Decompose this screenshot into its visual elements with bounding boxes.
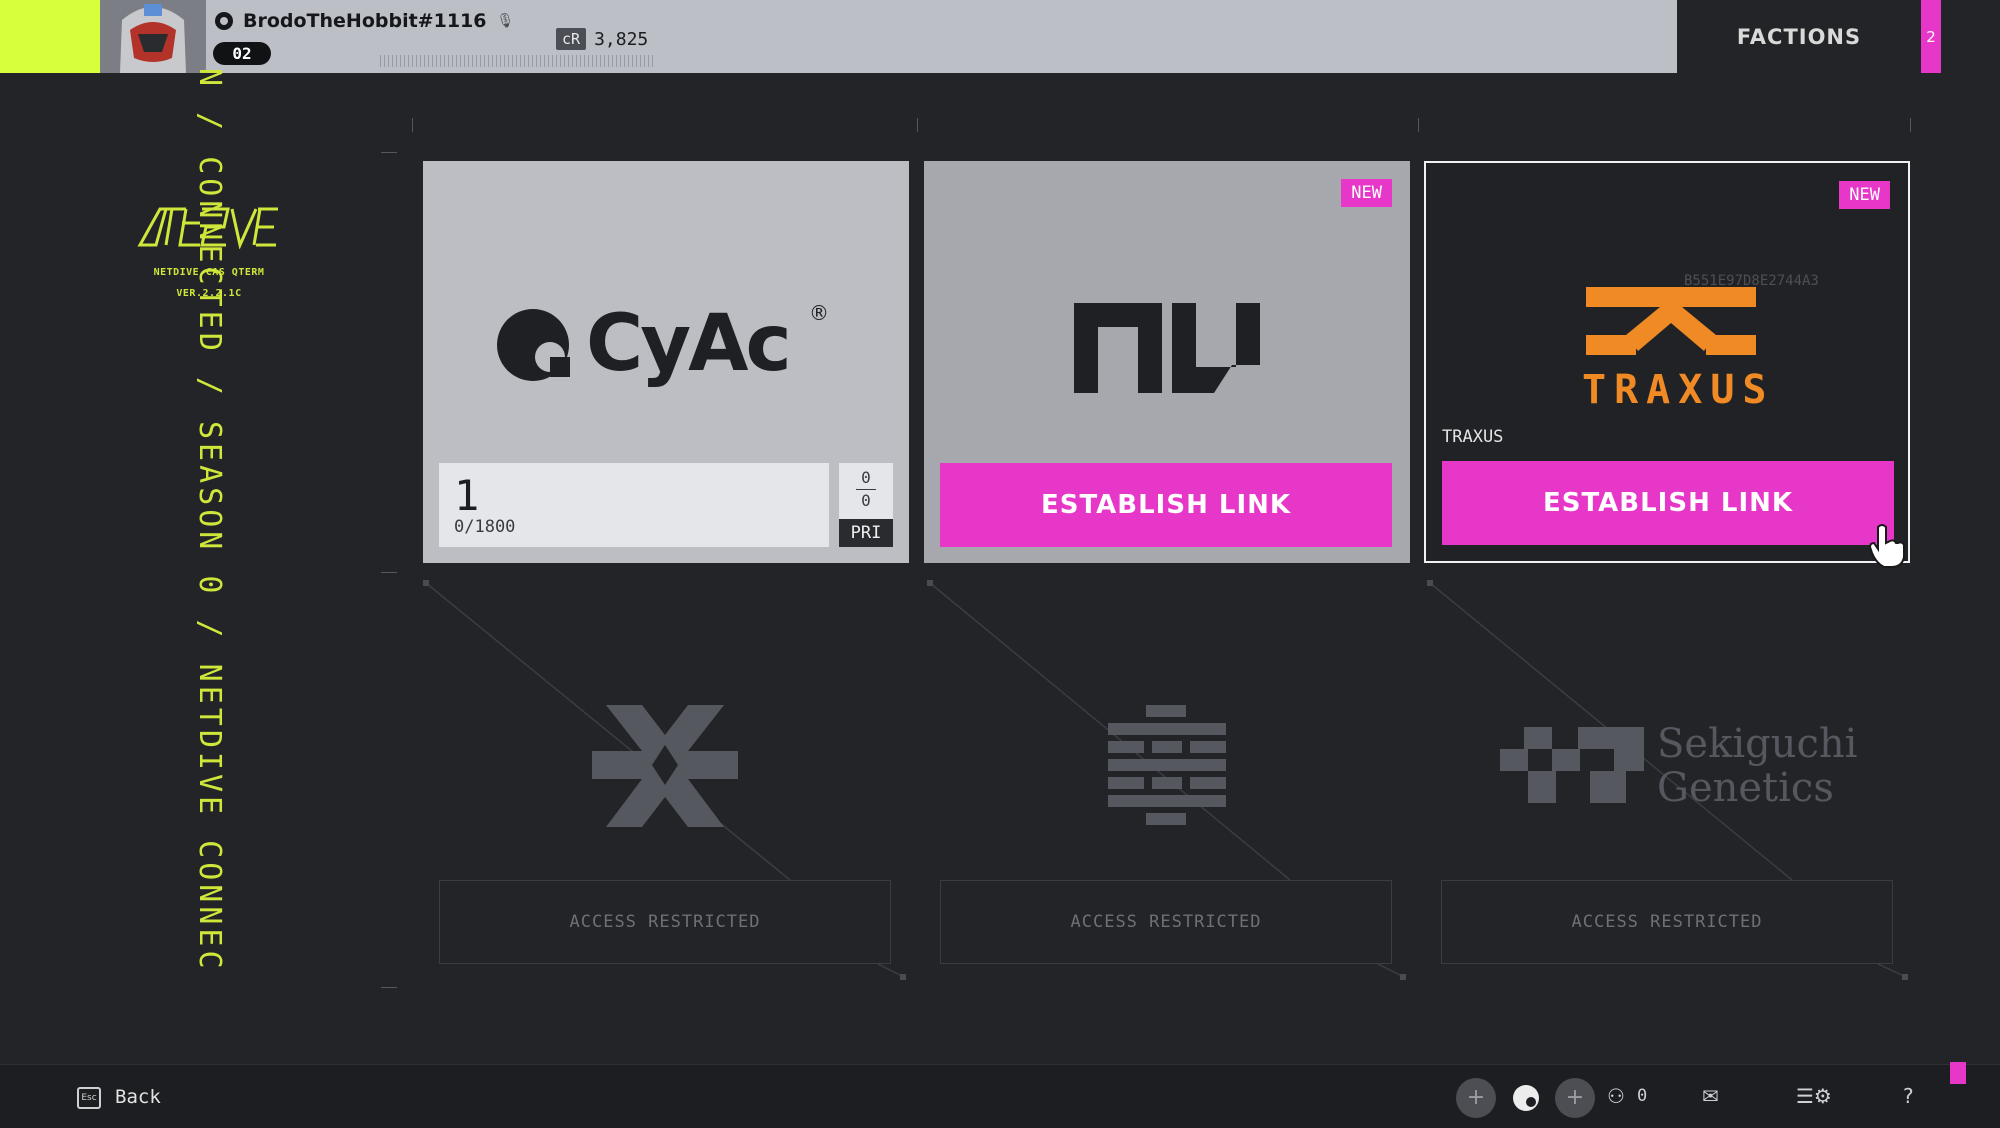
faction-card-nucaloric[interactable]: NEW ESTABLISH LINK — [924, 161, 1410, 563]
access-restricted-panel: ACCESS RESTRICTED — [1441, 880, 1893, 964]
faction-priority-box: 0 0 PRI — [839, 463, 893, 547]
help-icon[interactable]: ? — [1903, 1084, 1914, 1108]
establish-link-button[interactable]: ESTABLISH LINK — [940, 463, 1392, 547]
faction-rank-box: 1 0/1800 — [439, 463, 829, 547]
x-emblem-icon — [592, 705, 738, 827]
new-badge: NEW — [1341, 179, 1392, 207]
settings-icon[interactable]: ☰⚙ — [1796, 1084, 1832, 1108]
faction-progress: 0/1800 — [454, 517, 516, 537]
checker-emblem-icon — [1108, 705, 1226, 825]
bottom-bar: Esc Back + + ⚇ 0 ✉ ☰⚙ ? — [0, 1064, 2000, 1128]
establish-link-button[interactable]: ESTABLISH LINK — [1442, 461, 1894, 545]
access-restricted-panel: ACCESS RESTRICTED — [439, 880, 891, 964]
nucaloric-logo-icon — [1074, 303, 1260, 393]
access-restricted-panel: ACCESS RESTRICTED — [940, 880, 1392, 964]
faction-card-cyac[interactable]: CyAc ® 1 0/1800 0 0 PRI — [423, 161, 909, 563]
add-friend-icon[interactable]: + — [1456, 1078, 1496, 1118]
faction-name: TRAXUS — [1442, 427, 1504, 447]
mail-icon[interactable]: ✉ — [1702, 1084, 1719, 1108]
registered-mark: ® — [809, 301, 829, 325]
sekiguchi-word-2: Genetics — [1657, 765, 1834, 811]
faction-rank: 1 — [454, 471, 480, 520]
chat-bubble-icon[interactable] — [1506, 1078, 1546, 1118]
fraction-bottom: 0 — [861, 491, 871, 510]
new-badge: NEW — [1839, 181, 1890, 209]
sekiguchi-logo-text: Sekiguchi Genetics — [1657, 722, 1857, 810]
party-count: 0 — [1637, 1086, 1648, 1106]
back-button[interactable]: Back — [115, 1086, 161, 1108]
hand-cursor-icon — [1868, 524, 1905, 568]
faction-card-traxus[interactable]: NEW B551E97D8E2744A3 TRAXUS TRAXUS ESTAB… — [1424, 161, 1910, 568]
esc-key-icon: Esc — [77, 1087, 101, 1109]
fraction-bar — [856, 489, 876, 490]
fraction-top: 0 — [861, 468, 871, 487]
sekiguchi-emblem-icon — [1500, 727, 1644, 803]
traxus-logo-text: TRAXUS — [1582, 367, 1775, 413]
traxus-logo-icon — [1586, 287, 1756, 355]
sekiguchi-word-1: Sekiguchi — [1657, 721, 1858, 767]
priority-tag: PRI — [839, 519, 893, 547]
notification-indicator — [1950, 1062, 1966, 1084]
priority-fraction: 0 0 — [839, 467, 893, 512]
party-members-icon[interactable]: ⚇ — [1607, 1084, 1625, 1108]
cyac-logo-text: CyAc — [586, 299, 792, 389]
add-party-icon[interactable]: + — [1555, 1078, 1595, 1118]
